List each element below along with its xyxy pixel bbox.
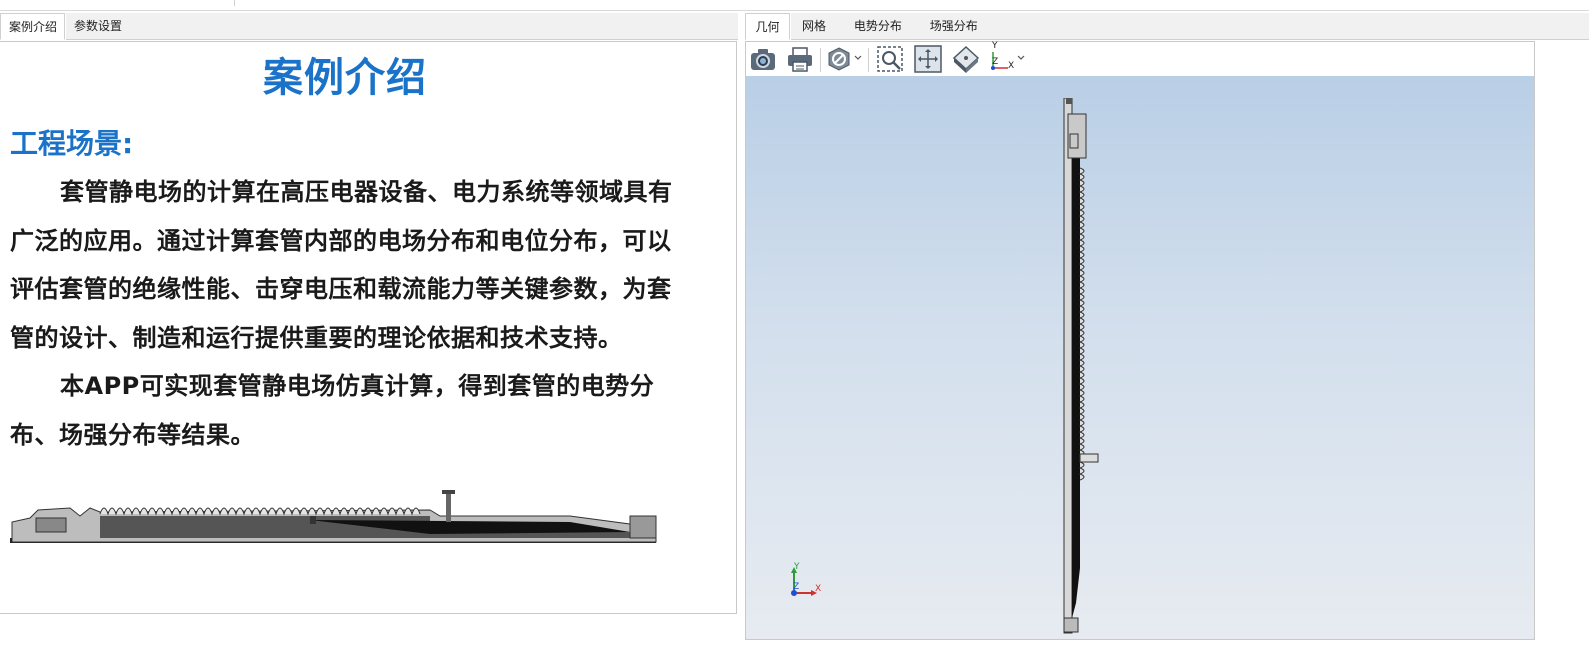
tab-potential-distribution[interactable]: 电势分布: [854, 19, 902, 33]
3d-canvas[interactable]: [746, 76, 1534, 639]
view-plane-icon[interactable]: [951, 44, 981, 74]
print-icon[interactable]: [785, 44, 815, 74]
zoom-box-icon[interactable]: [875, 44, 905, 74]
triad-y-label: Y: [794, 562, 800, 572]
zoom-extents-icon[interactable]: [913, 44, 943, 74]
tab-param-settings[interactable]: 参数设置: [66, 13, 738, 40]
intro-paragraph-1: 套管静电场的计算在高压电器设备、电力系统等领域具有广泛的应用。通过计算套管内部的…: [10, 168, 690, 362]
intro-paragraph-1-text: 套管静电场的计算在高压电器设备、电力系统等领域具有广泛的应用。通过计算套管内部的…: [10, 178, 673, 352]
hide-icon[interactable]: [825, 44, 862, 74]
tab-param-settings-label: 参数设置: [74, 19, 123, 33]
triad-x-label: X: [815, 584, 822, 594]
bushing-geometry-image: [10, 490, 657, 543]
window-top-strip: [0, 0, 1589, 11]
tab-field-strength-distribution[interactable]: 场强分布: [930, 19, 978, 33]
bushing-model[interactable]: [1058, 98, 1108, 638]
triad-z-label: Z: [793, 582, 800, 592]
camera-icon[interactable]: [748, 44, 778, 74]
toolbar-axis-x-label: X: [1008, 61, 1015, 71]
section-heading: 工程场景:: [10, 127, 134, 160]
right-tab-strip: 网格 电势分布 场强分布: [791, 13, 1589, 40]
top-divider: [234, 0, 235, 6]
toolbar-axis-y-label: Y: [992, 41, 998, 51]
tab-case-intro[interactable]: 案例介绍: [0, 13, 65, 40]
intro-paragraph-2: 本APP可实现套管静电场仿真计算，得到套管的电势分布、场强分布等结果。: [10, 362, 690, 459]
tab-mesh[interactable]: 网格: [802, 19, 826, 33]
toolbar-axis-z-label: Z: [992, 57, 999, 67]
page-title: 案例介绍: [263, 55, 427, 101]
axis-orientation-icon[interactable]: Y Z X: [988, 41, 1028, 74]
intro-paragraph-2-text: 本APP可实现套管静电场仿真计算，得到套管的电势分布、场强分布等结果。: [10, 372, 655, 449]
tab-geometry[interactable]: 几何: [745, 13, 790, 40]
toolbar-separator: [820, 48, 821, 72]
toolbar-separator: [868, 48, 869, 72]
